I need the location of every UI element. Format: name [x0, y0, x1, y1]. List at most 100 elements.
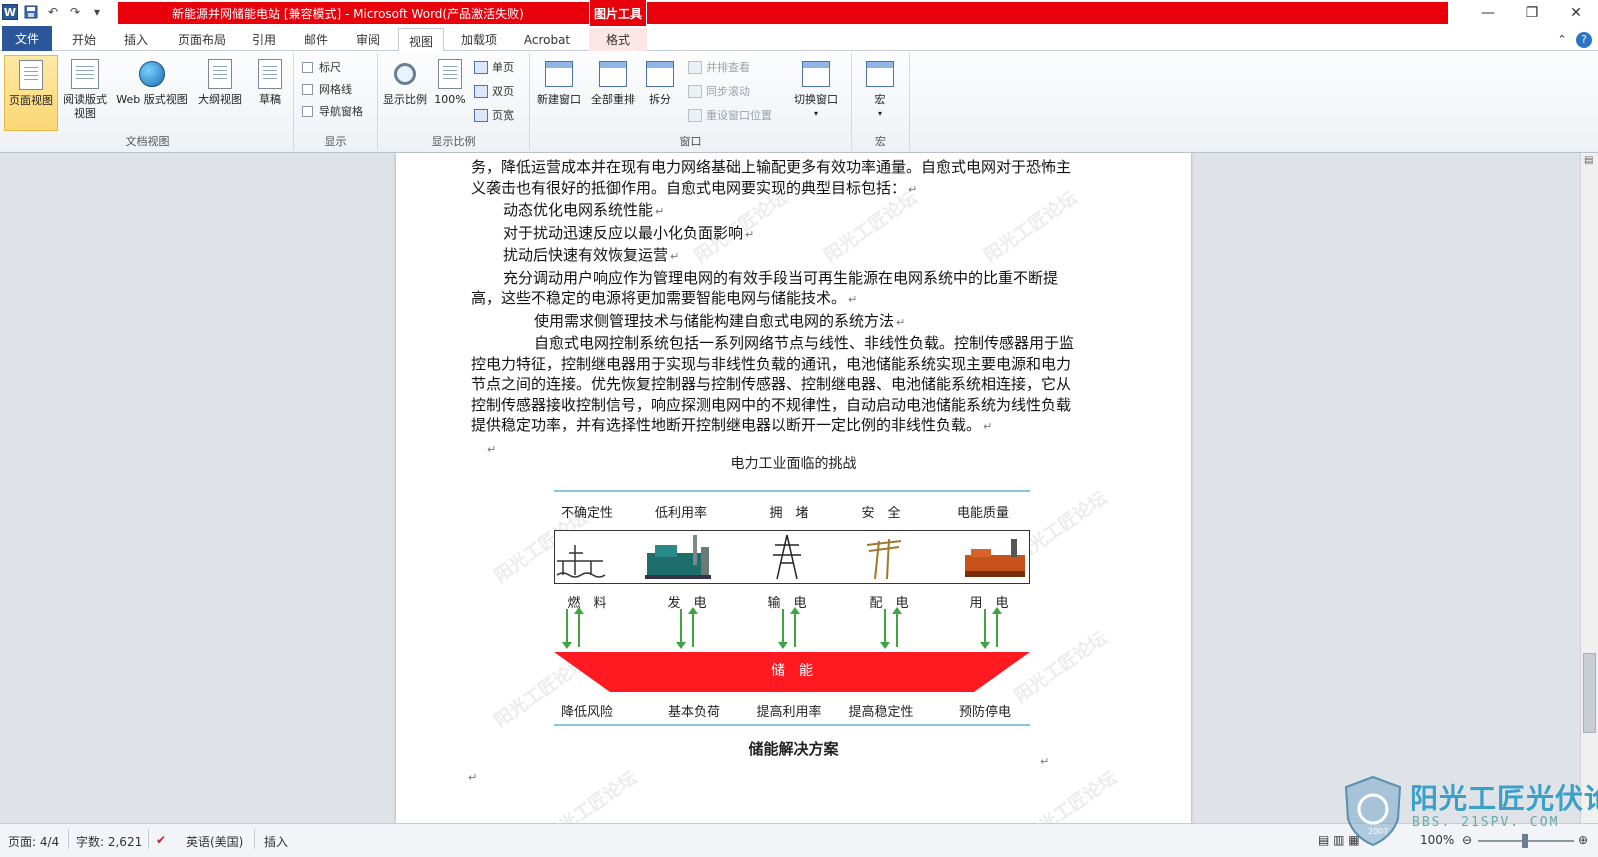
sync-scroll-icon [688, 84, 702, 98]
fuel-rig-icon [556, 545, 606, 578]
energy-flow-arrows [562, 607, 586, 649]
tab-acrobat[interactable]: Acrobat [516, 28, 578, 51]
gridlines-checkbox[interactable]: 网格线 [302, 81, 352, 97]
window-title: 新能源并网储能电站 [兼容模式] - Microsoft Word(产品激活失败… [172, 7, 524, 21]
reset-window-position-button[interactable]: 重设窗口位置 [688, 107, 772, 123]
side-by-side-icon [688, 60, 702, 74]
paragraph-line: 控制传感器接收控制信号，响应探测电网中的不规律性，自动启动电池储能系统为线性负载 [471, 395, 1072, 414]
ruler-toggle-icon[interactable]: ▤ [1584, 155, 1593, 166]
document-page[interactable]: 阳光工匠论坛 阳光工匠论坛 阳光工匠论坛 阳光工匠论坛 阳光工匠论坛 阳光工匠论… [396, 153, 1191, 823]
tab-insert[interactable]: 插入 [114, 28, 158, 51]
one-page-button[interactable]: 单页 [474, 59, 514, 75]
forum-name: 阳光工匠光伏论坛 [1410, 782, 1598, 815]
tab-mailings[interactable]: 邮件 [296, 28, 336, 51]
tab-addins[interactable]: 加载项 [454, 28, 504, 51]
group-label-zoom: 显示比例 [431, 135, 476, 148]
tab-page-layout[interactable]: 页面布局 [170, 28, 234, 51]
tab-format[interactable]: 格式 [589, 28, 647, 51]
paragraph-mark: ↵ [468, 771, 478, 784]
energy-storage-figure[interactable]: 不确定性 低利用率 拥 堵 安 全 电能质量 燃 料 发 电 输 电 配 电 用… [554, 488, 1030, 728]
tab-home[interactable]: 开始 [62, 28, 106, 51]
energy-flow-arrows [778, 607, 802, 649]
zoom-button[interactable]: 显示比例 [380, 55, 430, 131]
minimize-ribbon-icon[interactable]: ⌃ [1552, 28, 1572, 51]
paragraph-line: 务，降低运营成本并在现有电力网络基础上输配更多有效功率通量。自愈式电网对于恐怖主 [471, 158, 1072, 176]
tab-review[interactable]: 审阅 [348, 28, 388, 51]
distribution-pole-icon [866, 538, 902, 580]
navigation-pane-check-box[interactable] [302, 105, 313, 117]
navigation-pane-checkbox[interactable]: 导航窗格 [302, 103, 363, 119]
ruler-checkbox[interactable]: 标尺 [302, 59, 341, 75]
print-layout-icon [19, 60, 43, 90]
switch-windows-button[interactable]: 切换窗口 ▾ [786, 55, 846, 131]
figure-caption: 储能解决方案 [748, 740, 839, 758]
draft-button[interactable]: 草稿 [248, 55, 292, 131]
proofing-icon[interactable]: ✔ [156, 833, 166, 847]
save-icon[interactable] [22, 3, 40, 21]
paragraph-mark: ↵ [1040, 755, 1050, 768]
ribbon-view: 页面视图 阅读版式 视图 Web 版式视图 大纲视图 草稿 文档视图 标尺 网格… [0, 51, 1598, 153]
outline-button[interactable]: 大纲视图 [194, 55, 246, 131]
tab-references[interactable]: 引用 [244, 28, 284, 51]
challenge-label: 不确定性 [560, 506, 613, 521]
full-screen-reading-button[interactable]: 阅读版式 视图 [60, 55, 110, 131]
switch-windows-icon [802, 61, 830, 87]
synchronous-scrolling-button[interactable]: 同步滚动 [688, 83, 750, 99]
two-pages-button[interactable]: 双页 [474, 83, 514, 99]
ruler-check-box[interactable] [302, 61, 313, 73]
tab-file[interactable]: 文件 [2, 26, 52, 51]
storage-label: 储 能 [771, 663, 813, 679]
customize-qat-icon[interactable]: ▾ [88, 3, 106, 21]
restore-button[interactable]: ❐ [1510, 0, 1554, 26]
benefit-label: 提高稳定性 [848, 705, 914, 720]
help-icon[interactable]: ? [1574, 28, 1594, 51]
arrange-all-button[interactable]: 全部重排 [586, 55, 640, 131]
gridlines-check-box[interactable] [302, 83, 313, 95]
page-width-icon [474, 108, 488, 122]
figure-divider [554, 724, 1030, 726]
view-side-by-side-button[interactable]: 并排查看 [688, 59, 750, 75]
group-show: 标尺 网格线 导航窗格 显示 [294, 53, 378, 151]
print-layout-button[interactable]: 页面视图 [4, 55, 58, 131]
web-layout-button[interactable]: Web 版式视图 [112, 55, 192, 131]
redo-icon[interactable]: ↷ [66, 3, 84, 21]
zoom-100-button[interactable]: 100% [430, 55, 470, 131]
insert-mode[interactable]: 插入 [264, 833, 288, 850]
minimize-button[interactable]: — [1466, 0, 1510, 26]
split-icon [646, 61, 674, 87]
split-button[interactable]: 拆分 [640, 55, 680, 131]
two-pages-icon [474, 84, 488, 98]
word-count[interactable]: 字数: 2,621 [76, 833, 142, 850]
close-button[interactable]: ✕ [1554, 0, 1598, 26]
ribbon-tabs: 文件 开始 插入 页面布局 引用 邮件 审阅 视图 加载项 Acrobat 格式… [0, 26, 1598, 53]
new-window-button[interactable]: 新建窗口 [532, 55, 586, 131]
group-label-macros: 宏 [875, 135, 886, 148]
watermark: 阳光工匠论坛 [1020, 767, 1122, 823]
undo-icon[interactable]: ↶ [44, 3, 62, 21]
document-body[interactable]: 务，降低运营成本并在现有电力网络基础上输配更多有效功率通量。自愈式电网对于恐怖主… [471, 157, 1111, 460]
factory-icon [965, 539, 1025, 577]
energy-flow-arrows [880, 607, 904, 649]
quick-access-toolbar: W ↶ ↷ ▾ [2, 3, 106, 21]
group-zoom: 显示比例 100% 单页 双页 页宽 显示比例 [378, 53, 530, 151]
page-count[interactable]: 页面: 4/4 [8, 833, 59, 850]
scroll-thumb[interactable] [1583, 653, 1596, 733]
challenge-label: 低利用率 [654, 506, 707, 521]
word-logo-icon[interactable]: W [2, 4, 18, 20]
picture-tools-context-label: 图片工具 [589, 0, 647, 26]
language[interactable]: 英语(美国) [186, 833, 243, 850]
benefit-label: 基本负荷 [667, 705, 720, 720]
challenge-label: 电能质量 [956, 506, 1009, 521]
energy-flow-arrows [676, 607, 700, 649]
page-width-button[interactable]: 页宽 [474, 107, 514, 123]
benefit-label: 提高利用率 [756, 705, 822, 720]
reading-layout-icon [71, 59, 99, 89]
vertical-scrollbar[interactable]: ▤ [1580, 153, 1598, 823]
tab-view[interactable]: 视图 [398, 28, 444, 53]
paragraph-line: 义袭击也有很好的抵御作用。自愈式电网要实现的典型目标包括： ↵ [471, 178, 918, 197]
dropdown-arrow-icon: ▾ [877, 109, 882, 118]
energy-flow-arrows [980, 607, 1004, 649]
macros-button[interactable]: 宏 ▾ [856, 55, 904, 131]
group-label-show: 显示 [324, 135, 347, 148]
dropdown-arrow-icon: ▾ [813, 109, 818, 118]
